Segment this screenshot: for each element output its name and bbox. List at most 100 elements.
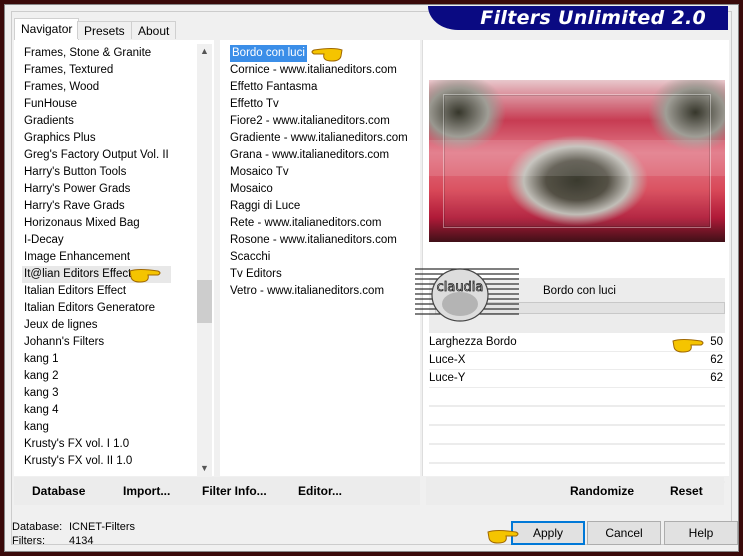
- category-item[interactable]: kang 2: [22, 368, 171, 385]
- param-row[interactable]: Luce-X 62: [429, 352, 725, 370]
- category-item[interactable]: Frames, Stone & Granite: [22, 45, 171, 62]
- database-button[interactable]: Database: [32, 484, 85, 498]
- right-button-bar: Randomize Reset: [426, 477, 724, 505]
- filters-label: Filters:: [12, 535, 45, 547]
- tab-navigator[interactable]: Navigator: [14, 18, 80, 40]
- category-item[interactable]: kang 1: [22, 351, 171, 368]
- category-item[interactable]: kang 4: [22, 402, 171, 419]
- tab-presets[interactable]: Presets: [77, 21, 132, 39]
- category-item[interactable]: Harry's Button Tools: [22, 164, 171, 181]
- app-title: Filters Unlimited 2.0: [480, 7, 706, 29]
- scroll-thumb[interactable]: [197, 280, 212, 323]
- pointing-hand-icon: [311, 48, 343, 62]
- filter-item[interactable]: Vetro - www.italianeditors.com: [228, 283, 410, 300]
- empty-param-row: [429, 426, 725, 445]
- param-value[interactable]: 62: [710, 370, 723, 387]
- category-item[interactable]: Italian Editors Generatore: [22, 300, 171, 317]
- parameter-list: Larghezza Bordo 50 Luce-X 62 Luce-Y 62: [429, 334, 725, 483]
- filter-item[interactable]: Tv Editors: [228, 266, 410, 283]
- filter-item-label: Vetro - www.italianeditors.com: [230, 285, 385, 297]
- reset-button[interactable]: Reset: [670, 484, 703, 498]
- tab-about[interactable]: About: [131, 21, 177, 39]
- pointing-hand-icon: [129, 269, 161, 283]
- category-item[interactable]: Frames, Textured: [22, 62, 171, 79]
- category-item[interactable]: Krusty's FX vol. I 1.0: [22, 436, 171, 453]
- category-item[interactable]: Frames, Wood: [22, 79, 171, 96]
- filter-item[interactable]: Scacchi: [228, 249, 410, 266]
- database-value: ICNET-Filters: [69, 521, 135, 533]
- left-button-bar: Database Import... Filter Info... Editor…: [14, 477, 420, 505]
- help-button[interactable]: Help: [664, 521, 738, 545]
- param-label: Larghezza Bordo: [429, 336, 517, 348]
- category-item[interactable]: Image Enhancement: [22, 249, 171, 266]
- filter-item[interactable]: Mosaico: [228, 181, 410, 198]
- filter-item-label: Gradiente - www.italianeditors.com: [230, 132, 408, 144]
- filter-item[interactable]: Raggi di Luce: [228, 198, 410, 215]
- randomize-button[interactable]: Randomize: [570, 484, 634, 498]
- param-value[interactable]: 50: [710, 334, 723, 351]
- filter-item[interactable]: Cornice - www.italianeditors.com: [228, 62, 410, 79]
- category-list[interactable]: Frames, Stone & Granite Frames, Textured F…: [14, 40, 214, 476]
- filter-items: Bordo con luci Cornice - www.italianedito…: [228, 45, 410, 300]
- filter-name: Bordo con luci: [543, 285, 616, 297]
- category-item[interactable]: kang: [22, 419, 171, 436]
- pointing-hand-icon: [672, 339, 704, 353]
- category-item[interactable]: Italian Editors Effect: [22, 283, 171, 300]
- filter-item-label: Mosaico: [230, 183, 273, 195]
- empty-param-row: [429, 407, 725, 426]
- filter-item-label: Bordo con luci: [230, 45, 307, 62]
- editor-button[interactable]: Editor...: [298, 484, 342, 498]
- param-label: Luce-Y: [429, 372, 466, 384]
- filter-item-label: Cornice - www.italianeditors.com: [230, 64, 397, 76]
- filter-item-label: Tv Editors: [230, 268, 282, 280]
- pointing-hand-icon: [487, 530, 519, 544]
- filter-item-label: Effetto Fantasma: [230, 81, 318, 93]
- status-area: Database: ICNET-Filters Filters: 4134: [12, 520, 135, 548]
- param-value[interactable]: 62: [710, 352, 723, 369]
- filter-item[interactable]: Rosone - www.italianeditors.com: [228, 232, 410, 249]
- filter-item[interactable]: Mosaico Tv: [228, 164, 410, 181]
- watermark-text: claudia: [437, 280, 484, 295]
- category-item[interactable]: Graphics Plus: [22, 130, 171, 147]
- filter-info-button[interactable]: Filter Info...: [202, 484, 267, 498]
- category-item[interactable]: Harry's Rave Grads: [22, 198, 171, 215]
- filter-item-label: Grana - www.italianeditors.com: [230, 149, 390, 161]
- param-row[interactable]: Luce-Y 62: [429, 370, 725, 388]
- filter-item-label: Effetto Tv: [230, 98, 279, 110]
- filter-item[interactable]: Effetto Tv: [228, 96, 410, 113]
- scroll-down-icon[interactable]: ▼: [197, 461, 212, 476]
- watermark-logo: claudia: [415, 268, 519, 322]
- category-scrollbar[interactable]: ▲ ▼: [197, 44, 212, 476]
- category-item[interactable]: Greg's Factory Output Vol. II: [22, 147, 171, 164]
- filter-item-label: Fiore2 - www.italianeditors.com: [230, 115, 390, 127]
- category-item[interactable]: kang 3: [22, 385, 171, 402]
- preview-pane: Bordo con luci claudia Larghezza Bordo 5…: [415, 40, 729, 483]
- scroll-up-icon[interactable]: ▲: [197, 44, 212, 59]
- apply-button[interactable]: Apply: [511, 521, 585, 545]
- filter-item-label: Mosaico Tv: [230, 166, 289, 178]
- category-items: Frames, Stone & Granite Frames, Textured F…: [22, 45, 171, 470]
- empty-param-row: [429, 388, 725, 407]
- filter-item[interactable]: Effetto Fantasma: [228, 79, 410, 96]
- param-label: Luce-X: [429, 354, 466, 366]
- category-item[interactable]: Gradients: [22, 113, 171, 130]
- category-item[interactable]: I-Decay: [22, 232, 171, 249]
- category-item[interactable]: Johann's Filters: [22, 334, 171, 351]
- cancel-button[interactable]: Cancel: [587, 521, 661, 545]
- database-label: Database:: [12, 521, 63, 533]
- filter-item[interactable]: Rete - www.italianeditors.com: [228, 215, 410, 232]
- preview-bevel: [443, 94, 711, 228]
- filter-item-label: Rete - www.italianeditors.com: [230, 217, 382, 229]
- category-item[interactable]: Jeux de lignes: [22, 317, 171, 334]
- import-button[interactable]: Import...: [123, 484, 170, 498]
- filter-item[interactable]: Gradiente - www.italianeditors.com: [228, 130, 410, 147]
- preview-image: [429, 80, 725, 242]
- filter-list[interactable]: Bordo con luci Cornice - www.italianedito…: [220, 40, 420, 476]
- category-item[interactable]: FunHouse: [22, 96, 171, 113]
- filter-item[interactable]: Grana - www.italianeditors.com: [228, 147, 410, 164]
- filter-item-label: Rosone - www.italianeditors.com: [230, 234, 397, 246]
- category-item[interactable]: Horizonaus Mixed Bag: [22, 215, 171, 232]
- filter-item[interactable]: Fiore2 - www.italianeditors.com: [228, 113, 410, 130]
- category-item[interactable]: Krusty's FX vol. II 1.0: [22, 453, 171, 470]
- category-item[interactable]: Harry's Power Grads: [22, 181, 171, 198]
